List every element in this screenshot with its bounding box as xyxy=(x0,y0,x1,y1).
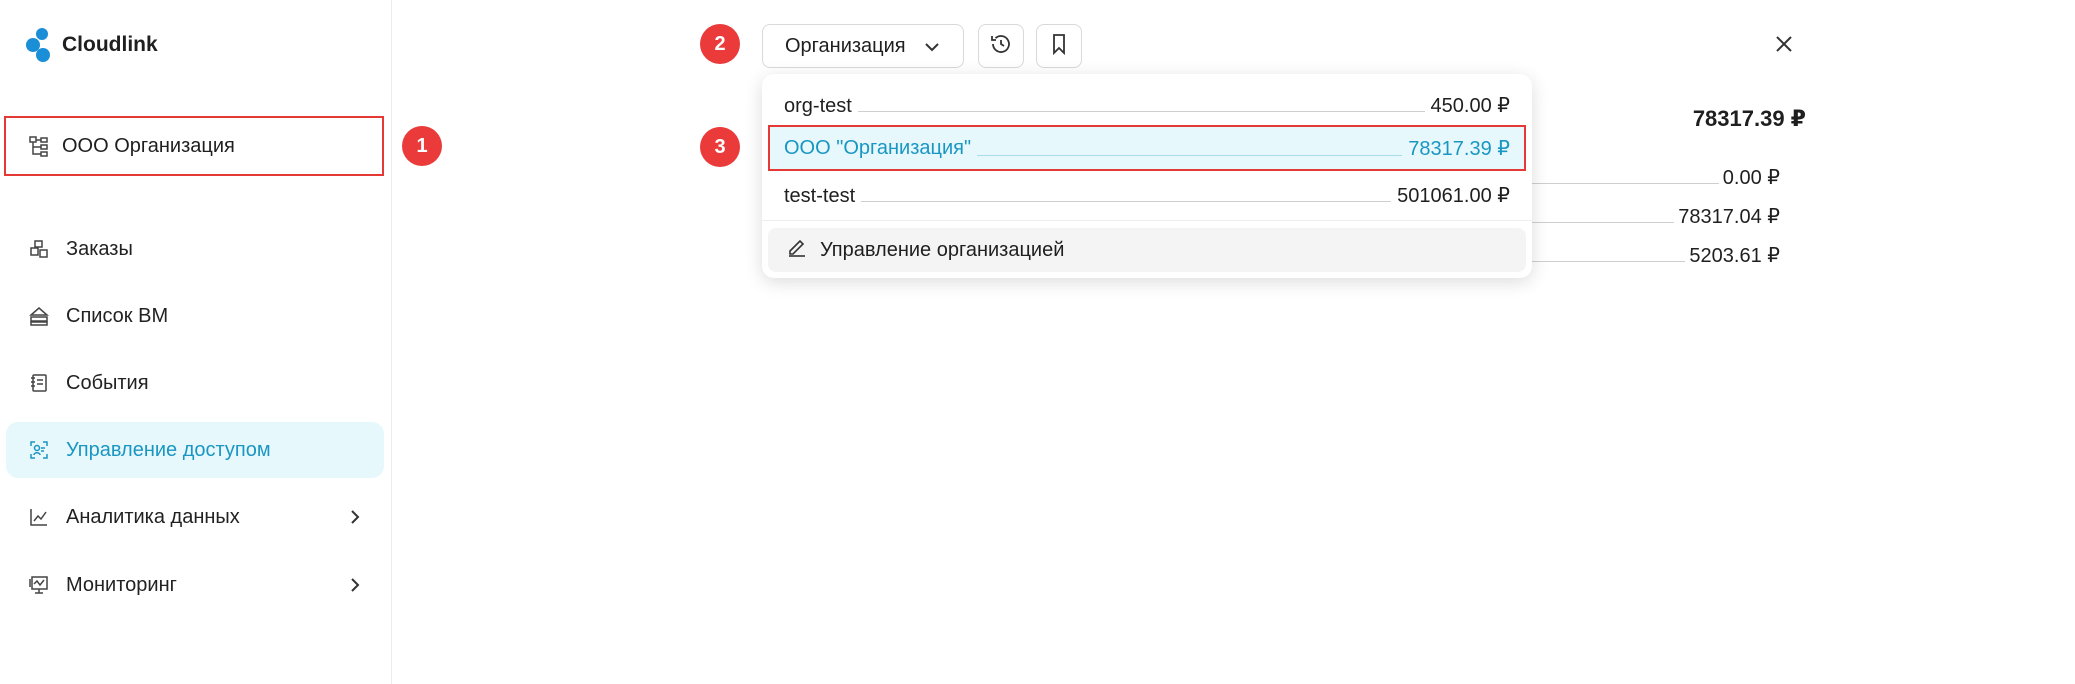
balance-total: 78317.39 ₽ xyxy=(1692,106,1806,131)
sidebar-item-analytics[interactable]: Аналитика данных xyxy=(6,489,384,545)
history-button[interactable] xyxy=(978,24,1024,68)
hierarchy-icon xyxy=(28,135,50,157)
close-button[interactable] xyxy=(1770,32,1798,60)
manage-org-button[interactable]: Управление организацией xyxy=(768,228,1526,272)
sidebar-item-label: Аналитика данных xyxy=(66,505,240,528)
org-switcher[interactable]: ООО Организация xyxy=(4,116,384,176)
sidebar-item-access[interactable]: Управление доступом xyxy=(6,422,384,478)
dropdown-divider xyxy=(762,220,1532,221)
org-option-name: test-test xyxy=(784,185,856,207)
events-icon xyxy=(28,372,50,394)
org-select[interactable]: Организация xyxy=(762,24,964,68)
chevron-down-icon xyxy=(924,35,940,58)
org-option-selected[interactable]: ООО "Организация" 78317.39 ₽ xyxy=(768,125,1526,171)
org-dropdown: org-test 450.00 ₽ ООО "Организация" 7831… xyxy=(762,74,1532,278)
manage-org-label: Управление организацией xyxy=(820,238,1065,261)
balance-row-value: 0.00 ₽ xyxy=(1722,167,1780,189)
cloudlink-logo-icon xyxy=(26,28,52,62)
sidebar-item-orders[interactable]: Заказы xyxy=(6,221,384,277)
step-marker-1: 1 xyxy=(402,126,442,166)
sidebar-item-monitoring[interactable]: Мониторинг xyxy=(6,557,384,613)
org-option-name: org-test xyxy=(784,95,852,117)
step-marker-3: 3 xyxy=(700,127,740,167)
org-option[interactable]: test-test 501061.00 ₽ xyxy=(784,174,1510,208)
balance-row-value: 5203.61 ₽ xyxy=(1689,245,1780,267)
org-option-value: 78317.39 ₽ xyxy=(1408,137,1510,160)
bookmark-button[interactable] xyxy=(1036,24,1082,68)
sidebar-item-label: Заказы xyxy=(66,237,133,260)
org-select-label: Организация xyxy=(785,34,906,57)
bookmark-icon xyxy=(1049,32,1069,61)
access-icon xyxy=(28,439,50,461)
chevron-right-icon xyxy=(348,575,362,601)
monitoring-icon xyxy=(28,574,50,596)
orders-icon xyxy=(28,238,50,260)
sidebar: Cloudlink ООО Организация Заказы Список … xyxy=(0,0,392,684)
sidebar-item-label: Управление доступом xyxy=(66,438,271,461)
org-option-name: ООО "Организация" xyxy=(784,136,972,159)
history-icon xyxy=(989,32,1013,61)
step-marker-2: 2 xyxy=(700,24,740,64)
sidebar-item-events[interactable]: События xyxy=(6,355,384,411)
balance-row-value: 78317.04 ₽ xyxy=(1678,206,1780,228)
sidebar-item-label: Мониторинг xyxy=(66,573,177,596)
logo[interactable]: Cloudlink xyxy=(26,28,158,62)
chevron-right-icon xyxy=(348,507,362,533)
org-option-value: 450.00 ₽ xyxy=(1430,95,1510,117)
balance-row: 5203.61 ₽ xyxy=(1530,238,1780,268)
close-icon xyxy=(1774,34,1794,59)
org-option[interactable]: org-test 450.00 ₽ xyxy=(784,84,1510,118)
balance-row: 0.00 ₽ xyxy=(1530,160,1780,190)
balance-row: 78317.04 ₽ xyxy=(1530,199,1780,229)
org-option-value: 501061.00 ₽ xyxy=(1397,185,1510,207)
vm-list-icon xyxy=(28,305,50,327)
edit-icon xyxy=(786,236,808,264)
sidebar-item-vm-list[interactable]: Список ВМ xyxy=(6,288,384,344)
sidebar-item-label: Список ВМ xyxy=(66,304,169,327)
analytics-icon xyxy=(28,506,50,528)
org-switcher-label: ООО Организация xyxy=(62,134,235,157)
sidebar-item-label: События xyxy=(66,371,149,394)
app-name: Cloudlink xyxy=(62,33,158,56)
